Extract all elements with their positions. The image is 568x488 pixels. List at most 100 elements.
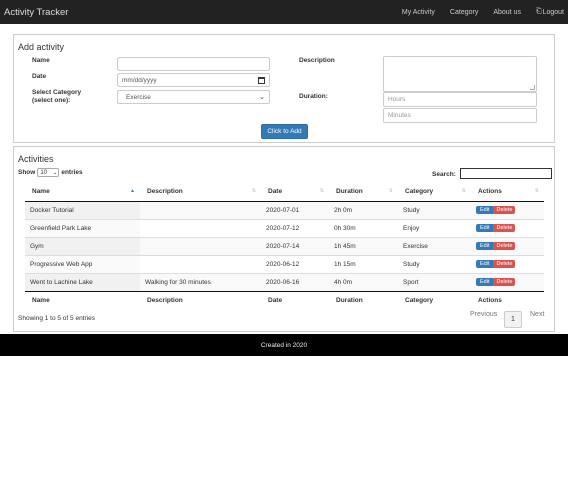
nav-my-activity[interactable]: My Activity xyxy=(402,9,435,16)
cell-description xyxy=(140,218,261,237)
column-header-label: Duration xyxy=(336,188,363,196)
edit-button[interactable]: Edit xyxy=(476,260,494,268)
cell-description xyxy=(140,254,261,273)
cell-category: Exercise xyxy=(398,236,471,255)
cell-actions: Edit Delete xyxy=(471,254,544,273)
cell-date: 2020-06-12 xyxy=(261,254,329,273)
date-input[interactable]: mm/dd/yyyy xyxy=(117,73,270,87)
cell-duration: 1h 45m xyxy=(329,236,398,255)
chevron-down-icon: ⌄ xyxy=(259,94,265,101)
cell-description xyxy=(140,236,261,255)
cell-date: 2020-07-12 xyxy=(261,218,329,237)
name-input[interactable] xyxy=(117,57,270,71)
edit-button[interactable]: Edit xyxy=(476,206,494,214)
edit-button[interactable]: Edit xyxy=(476,278,494,286)
category-label-line1: Select Category xyxy=(32,89,82,96)
sort-icon: ⇅ xyxy=(534,188,539,194)
column-footer-description: Description xyxy=(140,290,261,309)
column-header-category[interactable]: Category ⇅ xyxy=(398,183,471,202)
nav-links: My Activity Category About us ⎗ Logout xyxy=(387,8,564,16)
pagination-next[interactable]: Next xyxy=(530,311,544,318)
column-footer-actions: Actions xyxy=(471,290,544,309)
category-select[interactable]: Exercise ⌄ xyxy=(117,90,270,104)
category-label-line2: (select one): xyxy=(32,97,71,104)
name-label: Name xyxy=(32,57,50,64)
cell-duration: 0h 30m xyxy=(329,218,398,237)
column-header-duration[interactable]: Duration ⇅ xyxy=(329,183,398,202)
column-footer-date: Date xyxy=(261,290,329,309)
cell-description xyxy=(140,201,261,219)
show-label: Show xyxy=(18,169,36,176)
search-input[interactable] xyxy=(460,168,552,179)
description-label: Description xyxy=(299,57,335,64)
delete-button[interactable]: Delete xyxy=(493,242,516,250)
date-label: Date xyxy=(32,73,47,80)
activities-title: Activities xyxy=(18,154,54,164)
entries-length-value: 10 xyxy=(40,169,48,176)
cell-date: 2020-07-01 xyxy=(261,201,329,219)
add-activity-button[interactable]: Click to Add xyxy=(261,124,308,139)
cell-category: Study xyxy=(398,254,471,273)
edit-button[interactable]: Edit xyxy=(476,224,494,232)
column-header-label: Name xyxy=(32,188,50,196)
entries-label: entries xyxy=(61,169,83,176)
cell-duration: 2h 0m xyxy=(329,201,398,219)
cell-actions: Edit Delete xyxy=(471,236,544,255)
category-label: Select Category (select one): xyxy=(32,89,81,105)
table-footer-row: Name Description Date Duration Category … xyxy=(25,290,544,309)
column-header-description[interactable]: Description ⇅ xyxy=(140,183,261,202)
navbar: Activity Tracker My Activity Category Ab… xyxy=(0,0,568,24)
nav-category[interactable]: Category xyxy=(450,9,478,16)
pagination-page-1[interactable]: 1 xyxy=(504,311,522,328)
calendar-icon[interactable] xyxy=(258,77,265,84)
table-row: Greenfield Park Lake 2020-07-12 0h 30m E… xyxy=(25,218,544,237)
minutes-input[interactable]: Minutes xyxy=(383,108,537,123)
column-header-name[interactable]: Name ▲ xyxy=(25,183,140,202)
brand-title[interactable]: Activity Tracker xyxy=(4,7,68,18)
duration-label: Duration: xyxy=(299,93,328,100)
add-activity-title: Add activity xyxy=(18,42,65,52)
description-textarea[interactable] xyxy=(383,56,537,92)
sort-icon: ⇅ xyxy=(461,188,466,194)
column-header-actions[interactable]: Actions ⇅ xyxy=(471,183,544,202)
delete-button[interactable]: Delete xyxy=(493,260,516,268)
hours-placeholder: Hours xyxy=(388,96,406,103)
activities-table: Name ▲ Description ⇅ Date ⇅ Duration ⇅ C… xyxy=(25,183,544,309)
nav-logout[interactable]: ⎗ Logout xyxy=(536,8,564,16)
column-header-date[interactable]: Date ⇅ xyxy=(261,183,329,202)
cell-name: Went to Lachine Lake xyxy=(25,272,140,291)
cell-actions: Edit Delete xyxy=(471,272,544,291)
pagination-previous[interactable]: Previous xyxy=(470,311,497,318)
delete-button[interactable]: Delete xyxy=(493,206,516,214)
footer-text: Created in 2020 xyxy=(260,341,308,349)
resize-handle-icon[interactable] xyxy=(530,85,535,90)
delete-button[interactable]: Delete xyxy=(493,278,516,286)
sort-ascending-icon: ▲ xyxy=(130,188,135,194)
hours-input[interactable]: Hours xyxy=(383,92,537,107)
cell-description: Walking for 30 minutes xyxy=(140,272,261,291)
category-select-value: Exercise xyxy=(126,93,151,101)
table-header-row: Name ▲ Description ⇅ Date ⇅ Duration ⇅ C… xyxy=(25,183,544,202)
cell-date: 2020-07-14 xyxy=(261,236,329,255)
minutes-placeholder: Minutes xyxy=(388,112,411,119)
nav-about-us[interactable]: About us xyxy=(493,9,521,16)
column-header-label: Category xyxy=(405,188,434,196)
search-label: Search: xyxy=(432,171,456,178)
sort-icon: ⇅ xyxy=(319,188,324,194)
sort-icon: ⇅ xyxy=(251,188,256,194)
cell-category: Sport xyxy=(398,272,471,291)
cell-date: 2020-06-16 xyxy=(261,272,329,291)
logout-label: Logout xyxy=(542,8,564,16)
cell-actions: Edit Delete xyxy=(471,218,544,237)
entries-length-select[interactable]: 10 ⌄ xyxy=(37,168,60,177)
date-placeholder: mm/dd/yyyy xyxy=(122,76,157,84)
delete-button[interactable]: Delete xyxy=(493,224,516,232)
cell-category: Enjoy xyxy=(398,218,471,237)
edit-button[interactable]: Edit xyxy=(476,242,494,250)
table-row: Gym 2020-07-14 1h 45m Exercise Edit Delet… xyxy=(25,236,544,255)
column-footer-name: Name xyxy=(25,290,140,309)
cell-name: Docker Tutorial xyxy=(25,201,140,219)
cell-duration: 1h 15m xyxy=(329,254,398,273)
footer: Created in 2020 xyxy=(0,334,568,356)
cell-actions: Edit Delete xyxy=(471,201,544,219)
